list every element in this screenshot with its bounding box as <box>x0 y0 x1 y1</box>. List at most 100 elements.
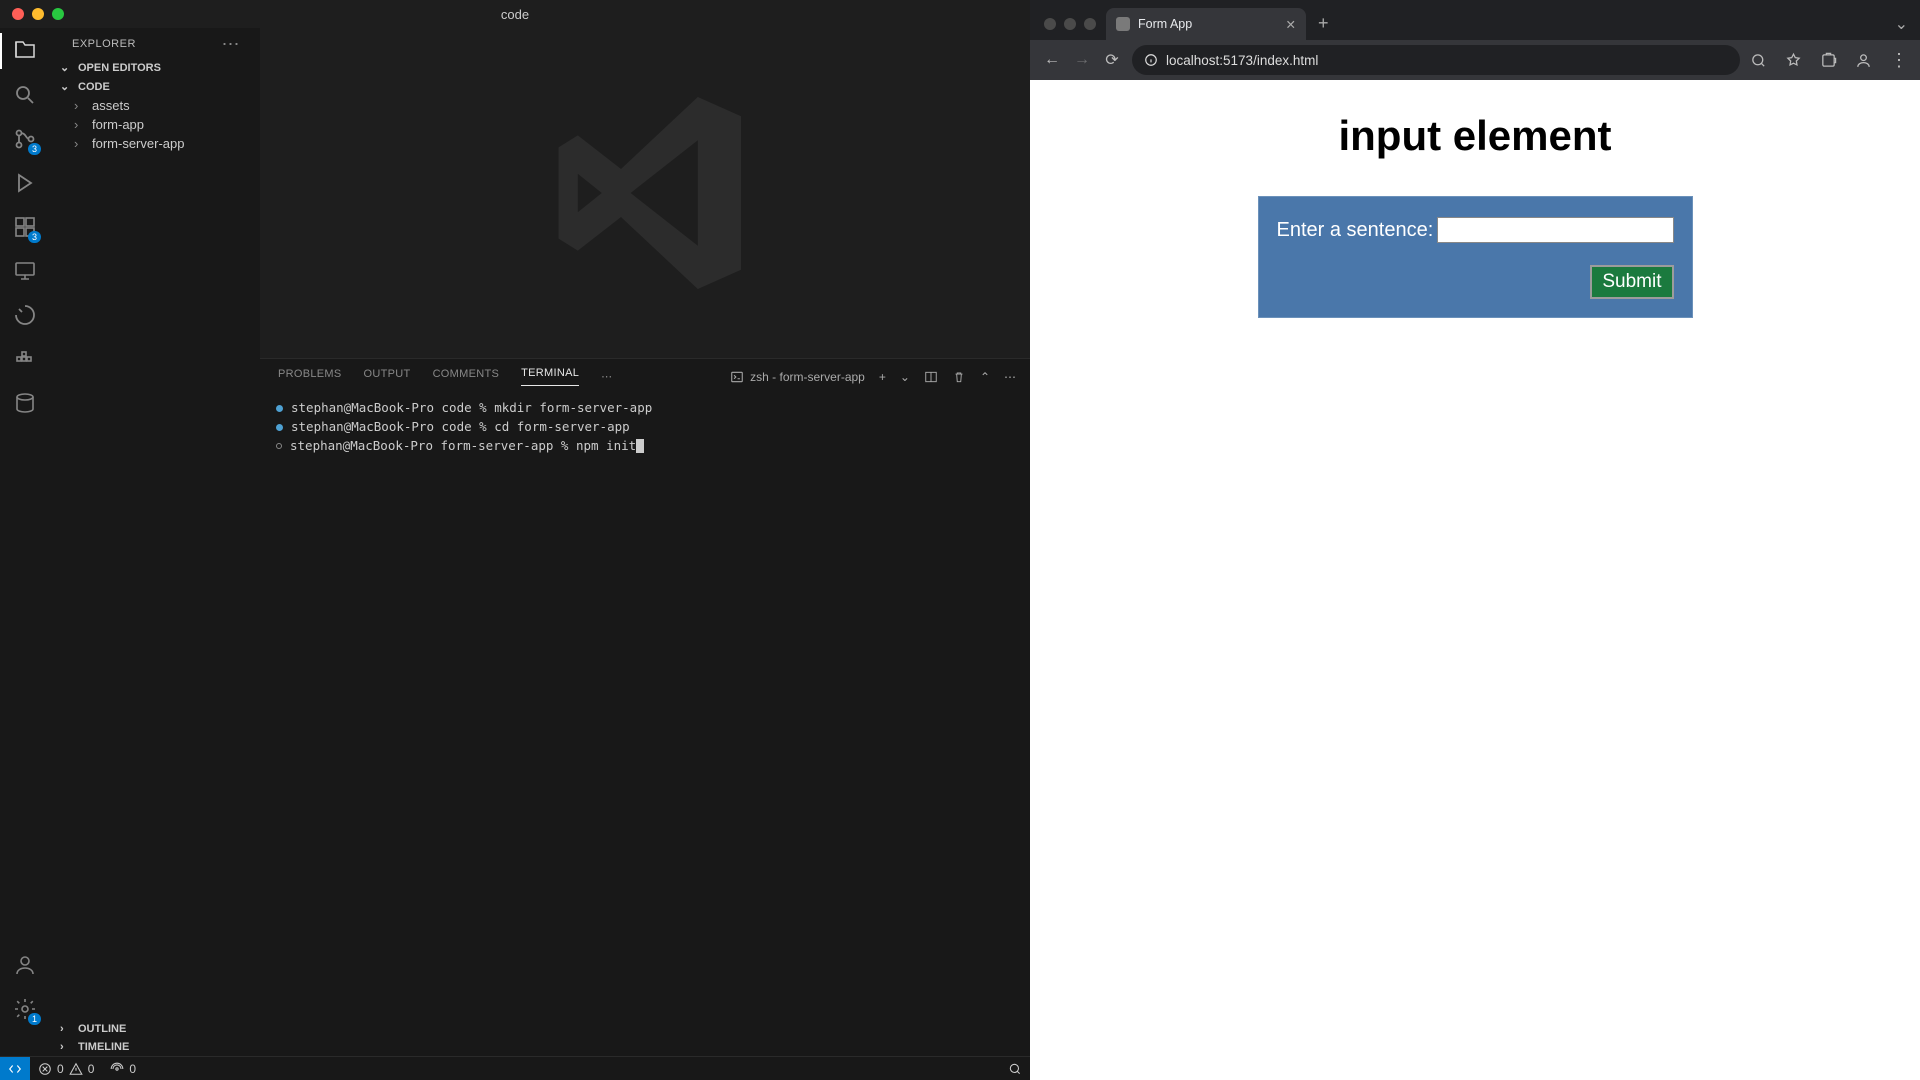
root-folder-section[interactable]: ⌄ CODE <box>50 77 260 96</box>
mac-titlebar: code <box>0 0 1030 28</box>
warning-icon <box>69 1062 83 1076</box>
terminal-icon <box>730 370 744 384</box>
forward-button[interactable]: → <box>1072 51 1092 69</box>
back-button[interactable]: ← <box>1042 51 1062 69</box>
window-zoom-button[interactable] <box>52 8 64 20</box>
explorer-more-icon[interactable]: ⋯ <box>222 40 247 48</box>
browser-tab-strip: Form App ✕ + ⌄ <box>1030 0 1920 40</box>
site-info-icon[interactable] <box>1144 53 1158 67</box>
browser-menu-icon[interactable]: ⋮ <box>1890 50 1908 71</box>
terminal-cursor <box>636 439 644 453</box>
terminal-line: stephan@MacBook-Pro code % mkdir form-se… <box>276 399 1014 418</box>
chevron-right-icon: › <box>74 98 88 113</box>
source-control-badge: 3 <box>28 143 41 155</box>
timeline-section[interactable]: › TIMELINE <box>50 1038 260 1056</box>
remote-indicator[interactable] <box>0 1057 30 1080</box>
folder-item-form-server-app[interactable]: › form-server-app <box>50 134 260 153</box>
vscode-window: code 3 3 <box>0 0 1030 1080</box>
tab-title: Form App <box>1138 17 1192 31</box>
explorer-title: EXPLORER <box>72 38 136 50</box>
timeline-label: TIMELINE <box>78 1041 129 1053</box>
browser-tab[interactable]: Form App ✕ <box>1106 8 1306 40</box>
vscode-logo-icon <box>525 73 765 313</box>
window-title: code <box>501 7 529 22</box>
window-close-button[interactable] <box>1044 18 1056 30</box>
split-terminal-icon[interactable] <box>924 370 938 384</box>
remote-explorer-activity-icon[interactable] <box>12 258 38 284</box>
chevron-right-icon: › <box>74 117 88 132</box>
bottom-panel: PROBLEMS OUTPUT COMMENTS TERMINAL ⋯ zsh … <box>260 358 1030 1056</box>
feedback-icon[interactable] <box>1000 1062 1030 1076</box>
new-terminal-button[interactable]: + <box>879 370 886 384</box>
outline-label: OUTLINE <box>78 1023 126 1035</box>
chevron-right-icon: › <box>74 136 88 151</box>
folder-label: form-server-app <box>92 136 184 151</box>
open-editors-section[interactable]: ⌄ OPEN EDITORS <box>50 58 260 77</box>
activity-bar: 3 3 <box>0 28 50 1056</box>
chevron-right-icon: › <box>60 1041 74 1053</box>
folder-item-form-app[interactable]: › form-app <box>50 115 260 134</box>
tab-output[interactable]: OUTPUT <box>364 368 411 386</box>
azure-activity-icon[interactable] <box>12 302 38 328</box>
settings-badge: 1 <box>28 1013 41 1025</box>
reload-button[interactable]: ⟳ <box>1102 50 1122 70</box>
address-bar[interactable]: localhost:5173/index.html <box>1132 45 1740 75</box>
outline-section[interactable]: › OUTLINE <box>50 1020 260 1038</box>
form-container: Enter a sentence: Submit <box>1258 196 1693 318</box>
folder-label: assets <box>92 98 130 113</box>
run-debug-activity-icon[interactable] <box>12 170 38 196</box>
extensions-icon[interactable] <box>1820 52 1837 69</box>
page-heading: input element <box>1338 112 1611 160</box>
submit-button[interactable]: Submit <box>1590 265 1673 299</box>
editor-empty-state <box>260 28 1030 358</box>
extensions-badge: 3 <box>28 231 41 243</box>
window-minimize-button[interactable] <box>1064 18 1076 30</box>
tab-overflow-icon[interactable]: ⌄ <box>1895 14 1920 40</box>
terminal-dropdown-icon[interactable]: ⌄ <box>900 370 910 384</box>
sentence-input[interactable] <box>1437 217 1673 243</box>
database-activity-icon[interactable] <box>12 390 38 416</box>
page-content: input element Enter a sentence: Submit <box>1030 80 1920 1080</box>
problems-status[interactable]: 0 0 <box>30 1062 102 1076</box>
terminal-content[interactable]: stephan@MacBook-Pro code % mkdir form-se… <box>260 391 1030 1056</box>
explorer-sidebar: EXPLORER ⋯ ⌄ OPEN EDITORS ⌄ CODE › asset… <box>50 28 260 1056</box>
favicon-icon <box>1116 17 1130 31</box>
explorer-activity-icon[interactable] <box>12 38 38 64</box>
folder-label: form-app <box>92 117 144 132</box>
traffic-lights <box>0 8 64 20</box>
extensions-activity-icon[interactable]: 3 <box>12 214 38 240</box>
tab-problems[interactable]: PROBLEMS <box>278 368 342 386</box>
maximize-panel-icon[interactable]: ⌃ <box>980 370 990 384</box>
tab-comments[interactable]: COMMENTS <box>433 368 500 386</box>
tab-close-icon[interactable]: ✕ <box>1286 17 1296 32</box>
url-text: localhost:5173/index.html <box>1166 53 1318 68</box>
search-activity-icon[interactable] <box>12 82 38 108</box>
terminal-line: stephan@MacBook-Pro code % cd form-serve… <box>276 418 1014 437</box>
chevron-right-icon: › <box>60 1023 74 1035</box>
browser-window: Form App ✕ + ⌄ ← → ⟳ localhost:5173/inde… <box>1030 0 1920 1080</box>
bookmark-star-icon[interactable] <box>1785 52 1802 69</box>
terminal-shell-label[interactable]: zsh - form-server-app <box>730 370 865 384</box>
terminal-line: stephan@MacBook-Pro form-server-app % np… <box>276 437 1014 456</box>
window-zoom-button[interactable] <box>1084 18 1096 30</box>
status-bar: 0 0 0 <box>0 1056 1030 1080</box>
new-tab-button[interactable]: + <box>1306 13 1341 40</box>
panel-more-icon[interactable]: ⋯ <box>1004 370 1016 384</box>
panel-overflow-icon[interactable]: ⋯ <box>601 370 612 383</box>
browser-traffic-lights <box>1038 18 1106 40</box>
folder-item-assets[interactable]: › assets <box>50 96 260 115</box>
broadcast-icon <box>110 1062 124 1076</box>
ports-status[interactable]: 0 <box>102 1062 144 1076</box>
profile-icon[interactable] <box>1855 52 1872 69</box>
kill-terminal-icon[interactable] <box>952 370 966 384</box>
settings-activity-icon[interactable]: 1 <box>12 996 38 1022</box>
docker-activity-icon[interactable] <box>12 346 38 372</box>
root-folder-label: CODE <box>78 81 110 93</box>
tab-terminal[interactable]: TERMINAL <box>521 367 579 386</box>
window-close-button[interactable] <box>12 8 24 20</box>
source-control-activity-icon[interactable]: 3 <box>12 126 38 152</box>
accounts-activity-icon[interactable] <box>12 952 38 978</box>
chevron-down-icon: ⌄ <box>60 80 74 93</box>
window-minimize-button[interactable] <box>32 8 44 20</box>
zoom-icon[interactable] <box>1750 52 1767 69</box>
